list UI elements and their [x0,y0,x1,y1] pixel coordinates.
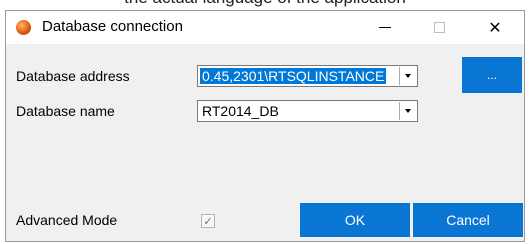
browse-button[interactable]: ... [462,57,522,93]
database-name-dropdown-button[interactable] [399,102,416,120]
title-bar[interactable]: Database connection ✕ [6,11,524,44]
database-name-combobox[interactable]: RT2014_DB [197,100,418,122]
chevron-down-icon [405,109,411,113]
database-address-combobox[interactable]: 0.45,2301\RTSQLINSTANCE [197,65,418,87]
database-address-label: Database address [16,68,130,84]
cancel-button[interactable]: Cancel [413,203,523,237]
ok-button[interactable]: OK [300,203,410,237]
advanced-mode-checkbox[interactable]: ✓ [201,214,215,228]
background-app-text: the actual language of the application [0,0,530,8]
close-button[interactable]: ✕ [472,11,518,44]
database-address-value[interactable]: 0.45,2301\RTSQLINSTANCE [200,68,387,84]
close-icon: ✕ [488,19,502,37]
advanced-mode-label: Advanced Mode [16,212,118,228]
chevron-down-icon [405,74,411,78]
database-name-label: Database name [16,103,115,119]
app-icon [16,20,31,35]
minimize-button[interactable] [362,11,408,44]
maximize-button [416,11,462,44]
checkmark-icon: ✓ [203,215,213,228]
database-connection-dialog: Database connection ✕ Database address 0… [5,10,525,242]
database-name-value[interactable]: RT2014_DB [200,103,281,119]
database-address-dropdown-button[interactable] [399,67,416,85]
window-title: Database connection [42,18,183,35]
maximize-icon [433,22,445,33]
minimize-icon [379,27,391,28]
